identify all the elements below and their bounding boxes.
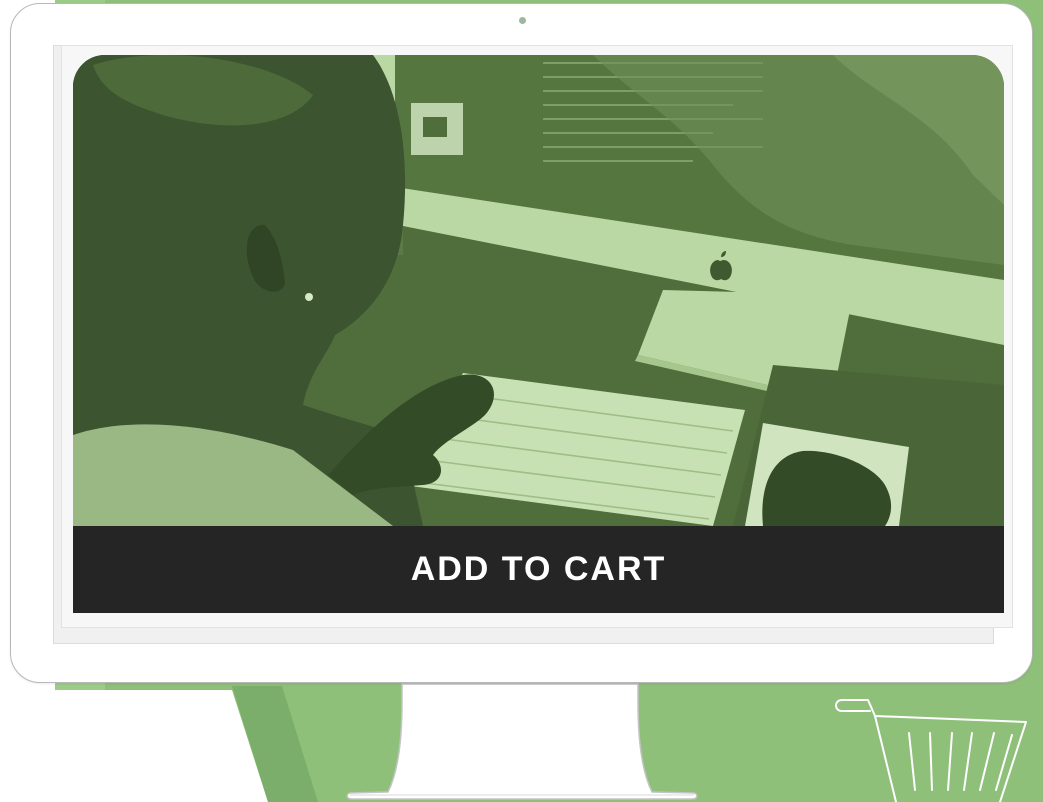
add-to-cart-button[interactable]: ADD TO CART xyxy=(73,526,1004,613)
camera-dot xyxy=(519,17,526,24)
hero-illustration: ADD TO CART xyxy=(0,0,1043,802)
product-card: ADD TO CART xyxy=(73,55,1004,613)
product-photo xyxy=(73,55,1004,526)
